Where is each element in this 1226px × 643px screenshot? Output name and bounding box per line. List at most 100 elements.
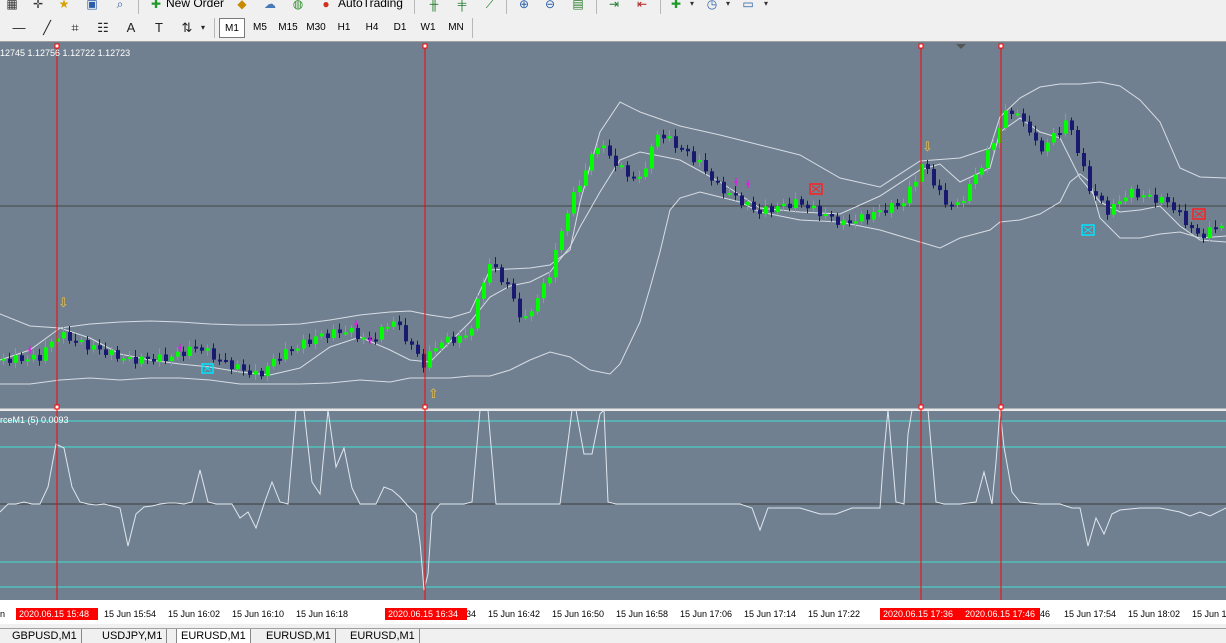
candle-body: [638, 176, 642, 179]
candle-body: [1154, 194, 1158, 203]
candle-body: [860, 214, 864, 222]
candle-body: [1112, 204, 1116, 215]
timeframe-mn[interactable]: MN: [443, 18, 469, 38]
candle-body: [986, 149, 990, 168]
trendline-icon[interactable]: ╱: [38, 20, 56, 36]
candle-body: [836, 216, 840, 225]
candle-body: [284, 349, 288, 360]
chevron-down-icon[interactable]: ▾: [194, 23, 212, 32]
candle-body: [308, 339, 312, 344]
chevron-down-icon[interactable]: ▾: [758, 0, 774, 12]
new-order-button[interactable]: New Order: [166, 0, 224, 10]
timeframe-m30[interactable]: M30: [303, 18, 329, 38]
candle-body: [386, 326, 390, 329]
autotrading-button[interactable]: AutoTrading: [338, 0, 403, 10]
candle-body: [764, 206, 768, 214]
chevron-down-icon[interactable]: ▾: [684, 0, 700, 12]
candle-body: [872, 212, 876, 220]
candle-body: [296, 348, 300, 351]
candle-body: [1178, 210, 1182, 213]
candle-body: [278, 358, 282, 361]
indicator-panel[interactable]: [0, 411, 1226, 600]
candle-body: [524, 316, 528, 319]
candle-body: [494, 264, 498, 268]
timeframe-m5[interactable]: M5: [247, 18, 273, 38]
time-axis-label: 15 Jun 1: [1192, 609, 1226, 619]
new-order-icon[interactable]: ✚: [148, 0, 164, 12]
autoscroll-icon[interactable]: ⇤: [634, 0, 650, 12]
candle-body: [506, 282, 510, 285]
marker-handle[interactable]: [998, 404, 1004, 410]
candle-body: [92, 345, 96, 350]
candle-body: [1064, 120, 1068, 134]
price-chart[interactable]: ⇩ ⇧ ⇩ 12745 1.12756 1.12722 1.12723 rceM…: [0, 42, 1226, 624]
bar-chart-icon[interactable]: ╫: [426, 0, 442, 12]
tab-gbpusd-m1[interactable]: GBPUSD,M1: [8, 629, 82, 643]
periods-icon[interactable]: ◷: [704, 0, 720, 12]
candle-body: [614, 155, 618, 167]
favorites-icon[interactable]: ★: [56, 0, 72, 12]
text-label-icon[interactable]: T: [150, 20, 168, 35]
time-axis-label: 46: [1040, 609, 1050, 619]
time-axis-label: 15 Jun 17:06: [680, 609, 732, 619]
signals-icon[interactable]: ☁: [262, 0, 278, 12]
candle-body: [62, 332, 66, 339]
time-marker-label: 2020.06.15 17:36: [883, 609, 953, 619]
autotrading-icon[interactable]: ●: [318, 0, 334, 12]
timeframes-toolbar: — ╱ ⌗ ☷ A T ⇅ ▾ M1 M5 M15 M30 H1 H4 D1 W…: [0, 14, 1226, 42]
crosshair-tool-icon[interactable]: ✛: [30, 0, 46, 12]
candle-body: [356, 328, 360, 340]
timeframe-m1[interactable]: M1: [219, 18, 245, 38]
tile-windows-icon[interactable]: ▤: [570, 0, 586, 12]
marker-handle[interactable]: [422, 43, 428, 49]
candle-body: [752, 201, 756, 210]
marker-handle[interactable]: [422, 404, 428, 410]
marker-handle[interactable]: [998, 43, 1004, 49]
zoom-out-icon[interactable]: ⊖: [542, 0, 558, 12]
candle-body: [596, 148, 600, 155]
indicators-icon[interactable]: ✚: [668, 0, 684, 12]
tab-eurusd-m1-active[interactable]: EURUSD,M1: [176, 629, 251, 643]
timeframe-m15[interactable]: M15: [275, 18, 301, 38]
candle-body: [662, 134, 666, 139]
navigator-icon[interactable]: ▣: [84, 0, 100, 12]
candle-body: [212, 348, 216, 360]
terminal-icon[interactable]: ⌕: [112, 0, 128, 12]
up-arrow-signal-icon: ⇧: [428, 386, 439, 401]
timeframe-w1[interactable]: W1: [415, 18, 441, 38]
tab-eurusd-m1[interactable]: EURUSD,M1: [346, 629, 420, 643]
timeframe-h4[interactable]: H4: [359, 18, 385, 38]
fibonacci-icon[interactable]: ⌗: [66, 20, 84, 36]
horizontal-line-icon[interactable]: —: [10, 20, 28, 35]
marker-handle[interactable]: [54, 404, 60, 410]
candle-body: [602, 145, 606, 149]
tab-eurusd-m1[interactable]: EURUSD,M1: [262, 629, 336, 643]
chart-shift-icon[interactable]: ⇥: [606, 0, 622, 12]
marker-handle[interactable]: [918, 43, 924, 49]
candle-body: [446, 336, 450, 343]
tab-usdjpy-m1[interactable]: USDJPY,M1: [98, 629, 168, 643]
candle-body: [1196, 228, 1200, 234]
candle-body: [680, 147, 684, 150]
candle-body: [434, 348, 438, 352]
time-axis-label: 15 Jun 16:18: [296, 609, 348, 619]
timeframe-d1[interactable]: D1: [387, 18, 413, 38]
marker-handle[interactable]: [918, 404, 924, 410]
candlestick-chart-icon[interactable]: ╪: [454, 0, 470, 12]
market-icon[interactable]: ◍: [290, 0, 306, 12]
zoom-in-icon[interactable]: ⊕: [516, 0, 532, 12]
candle-body: [1088, 166, 1092, 192]
timeframe-h1[interactable]: H1: [331, 18, 357, 38]
text-tool-icon[interactable]: A: [122, 20, 140, 35]
chevron-down-icon[interactable]: ▾: [720, 0, 736, 12]
candle-body: [1094, 191, 1098, 196]
line-chart-icon[interactable]: ⟋: [482, 0, 498, 12]
candle-body: [554, 249, 558, 278]
candle-body: [854, 221, 858, 224]
candle-body: [392, 321, 396, 327]
profiles-icon[interactable]: ▦: [4, 0, 20, 12]
templates-icon[interactable]: ▭: [740, 0, 756, 12]
gann-grid-icon[interactable]: ☷: [94, 20, 112, 36]
metaeditor-icon[interactable]: ◆: [234, 0, 250, 12]
candle-body: [818, 205, 822, 217]
